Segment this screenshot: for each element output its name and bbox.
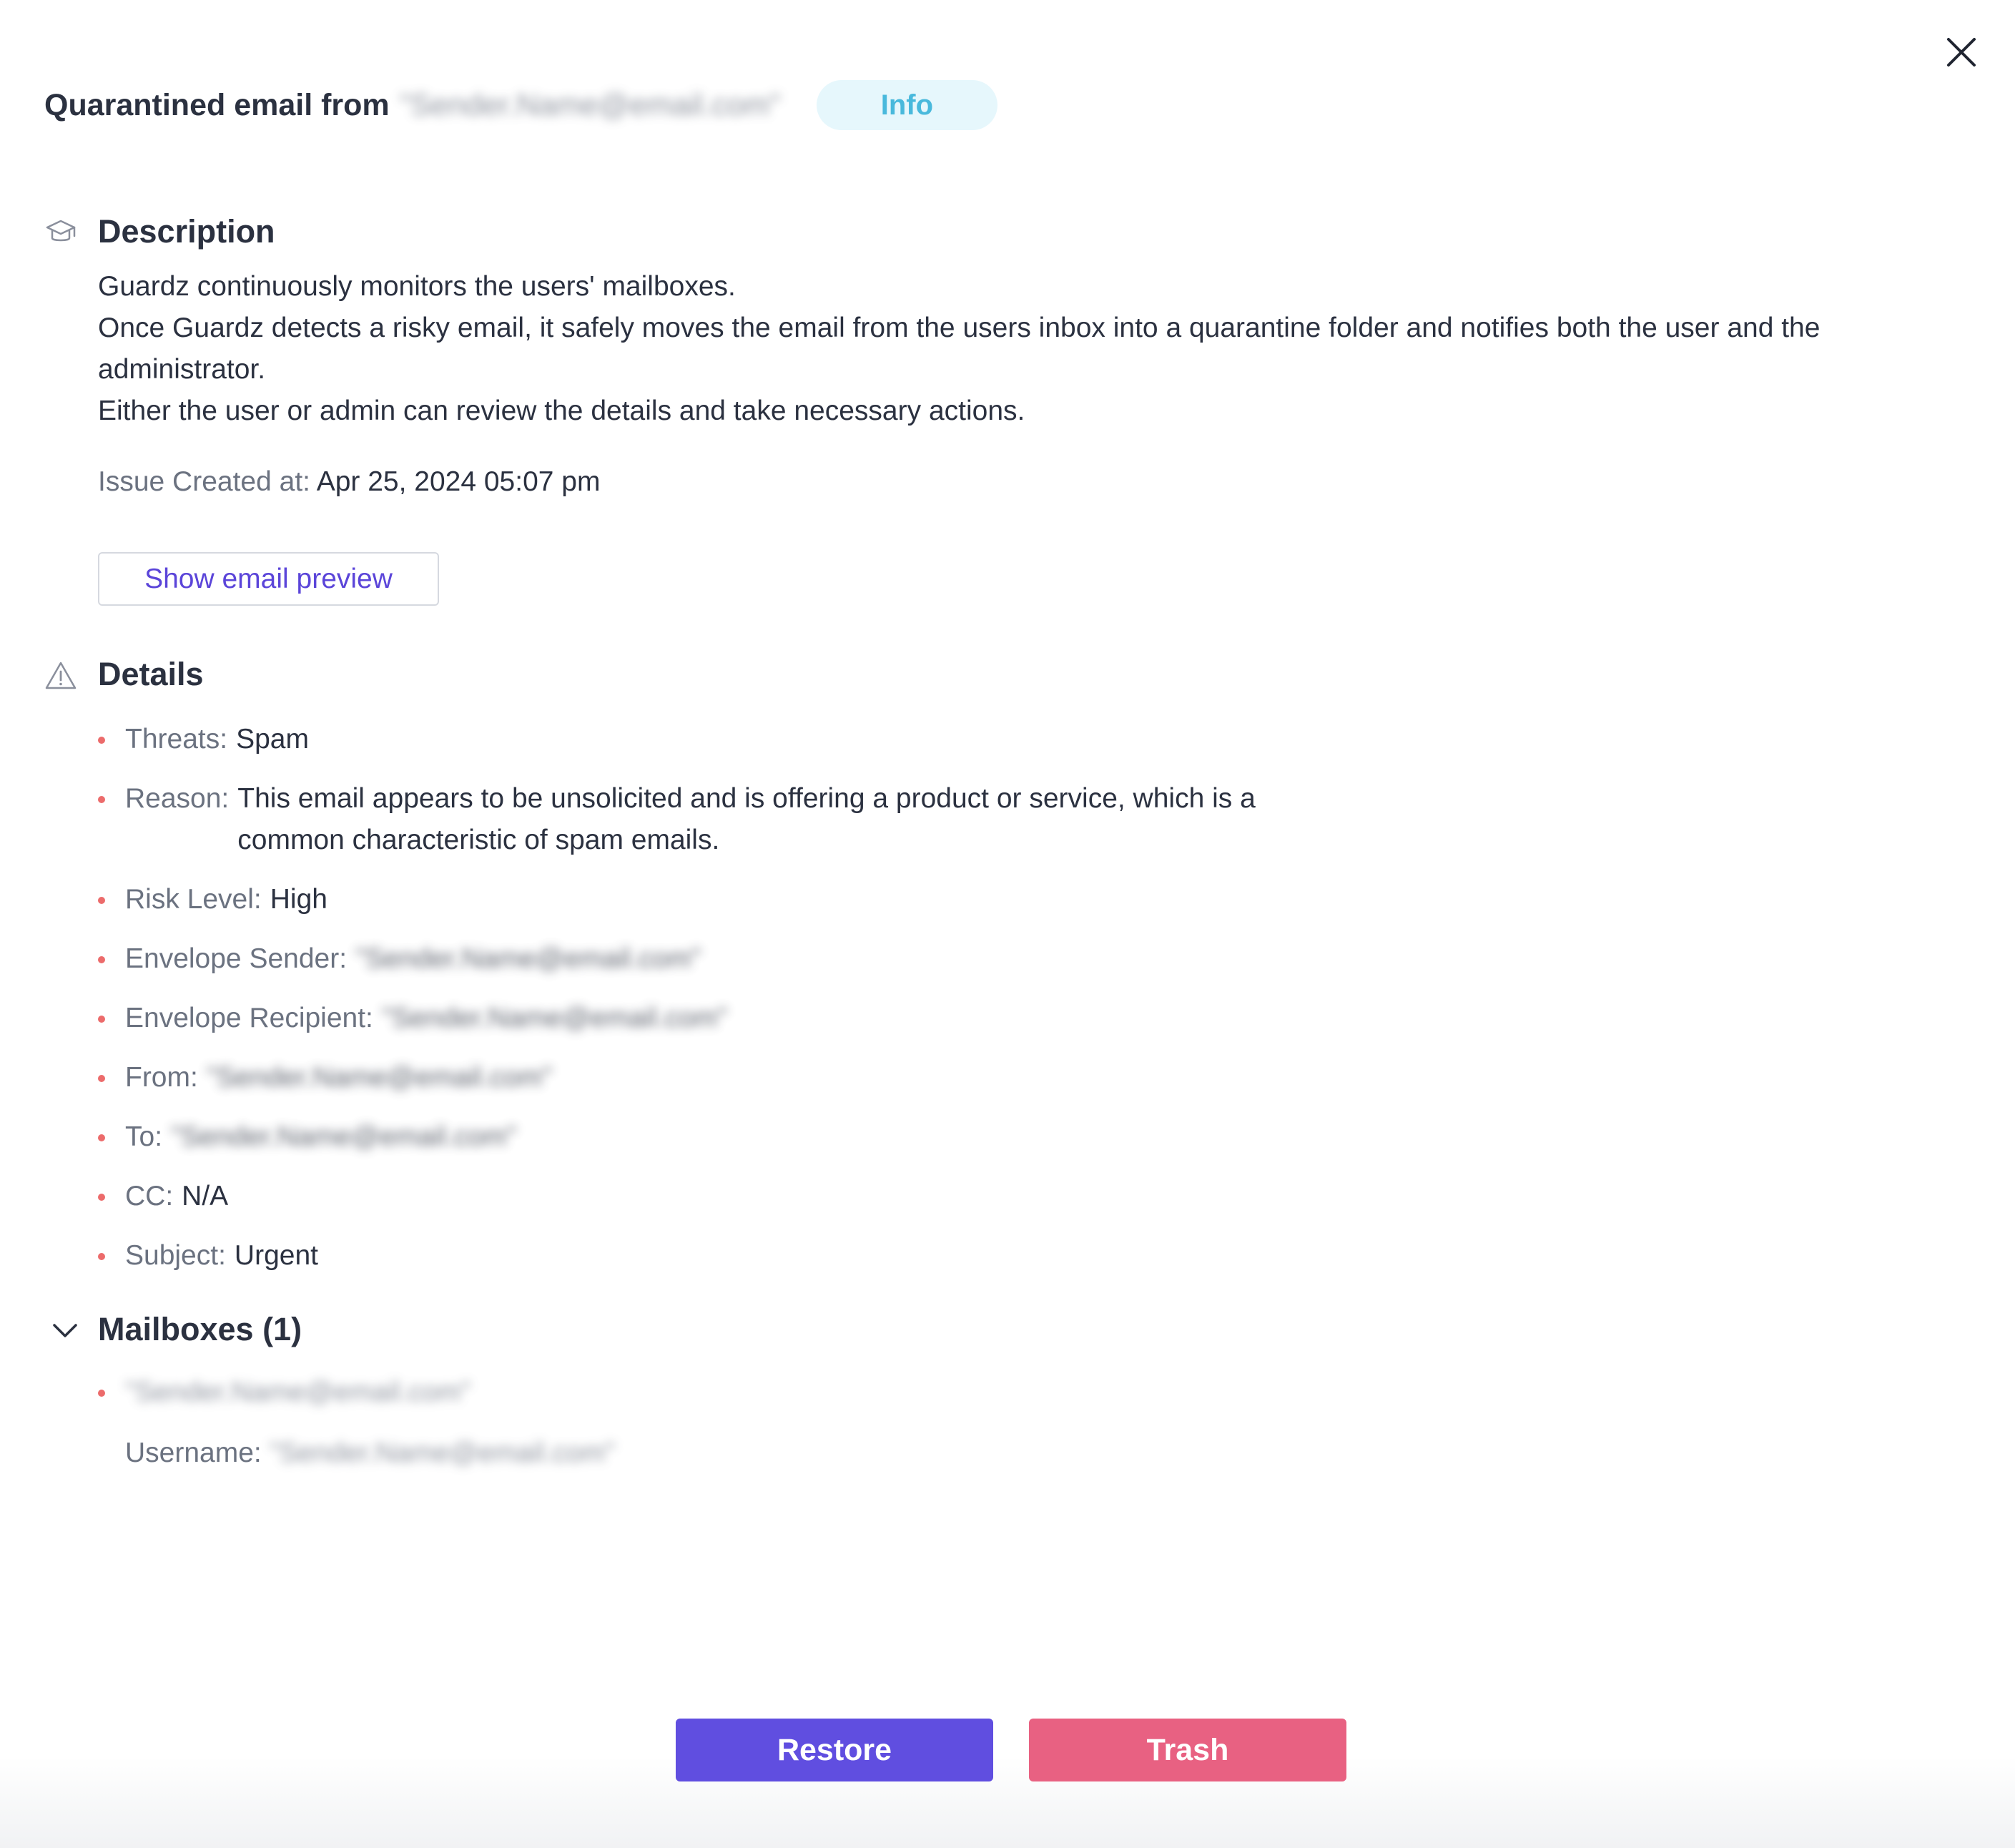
detail-label: Reason:	[125, 783, 230, 814]
detail-label: To:	[125, 1121, 163, 1152]
sender-email-redacted: "Sender.Name@email.com"	[399, 87, 781, 122]
issue-created-value: Apr 25, 2024 05:07 pm	[316, 466, 601, 497]
detail-value-redacted: "Sender.Name@email.com"	[355, 943, 701, 974]
trash-button[interactable]: Trash	[1029, 1719, 1346, 1781]
detail-label: Risk Level:	[125, 884, 262, 915]
detail-value: Urgent	[234, 1240, 318, 1271]
detail-item-from: From: "Sender.Name@email.com"	[98, 1057, 1399, 1099]
detail-item-envelope-sender: Envelope Sender: "Sender.Name@email.com"	[98, 938, 1399, 980]
detail-value-redacted: "Sender.Name@email.com"	[381, 1003, 728, 1033]
close-button[interactable]	[1941, 32, 1981, 72]
issue-created-label: Issue Created at:	[98, 466, 310, 497]
page-title: Quarantined email from	[44, 87, 390, 122]
description-heading: Description	[98, 213, 275, 250]
detail-item-subject: Subject: Urgent	[98, 1235, 1399, 1277]
details-heading: Details	[98, 656, 204, 692]
username-value-redacted: "Sender.Name@email.com"	[269, 1437, 616, 1468]
description-text: Guardz continuously monitors the users' …	[98, 266, 1928, 432]
detail-label: Envelope Recipient:	[125, 1003, 373, 1033]
detail-label: Envelope Sender:	[125, 943, 348, 974]
detail-item-risk-level: Risk Level: High	[98, 879, 1399, 920]
detail-label: Subject:	[125, 1240, 226, 1271]
detail-item-envelope-recipient: Envelope Recipient: "Sender.Name@email.c…	[98, 998, 1399, 1039]
detail-value-redacted: "Sender.Name@email.com"	[206, 1062, 553, 1093]
restore-button[interactable]: Restore	[676, 1719, 993, 1781]
description-line: Guardz continuously monitors the users' …	[98, 271, 736, 302]
mailboxes-toggle-button[interactable]	[49, 1314, 82, 1347]
detail-label: Threats:	[125, 724, 228, 755]
close-icon	[1947, 38, 1976, 67]
detail-label: CC:	[125, 1181, 174, 1211]
mailboxes-heading: Mailboxes (1)	[98, 1311, 302, 1347]
detail-value-redacted: "Sender.Name@email.com"	[171, 1121, 517, 1152]
mailbox-username: Username: "Sender.Name@email.com"	[125, 1432, 615, 1474]
detail-item-threats: Threats: Spam	[98, 719, 1399, 760]
graduation-cap-icon	[43, 215, 79, 250]
detail-label: From:	[125, 1062, 198, 1093]
mailbox-list-item: "Sender.Name@email.com"	[98, 1372, 471, 1413]
header: Quarantined email from "Sender.Name@emai…	[44, 80, 998, 130]
issue-created: Issue Created at: Apr 25, 2024 05:07 pm	[98, 466, 600, 498]
chevron-down-icon	[53, 1324, 77, 1337]
detail-value: N/A	[182, 1181, 229, 1211]
footer	[0, 1645, 2015, 1848]
detail-item-cc: CC: N/A	[98, 1176, 1399, 1217]
username-label: Username:	[125, 1437, 262, 1468]
detail-item-to: To: "Sender.Name@email.com"	[98, 1116, 1399, 1158]
warning-triangle-icon	[43, 658, 79, 694]
detail-item-reason: Reason: This email appears to be unsolic…	[98, 778, 1399, 861]
detail-value: Spam	[236, 724, 309, 755]
mailbox-address-redacted: "Sender.Name@email.com"	[125, 1377, 471, 1407]
detail-value: High	[270, 884, 327, 915]
description-line: Once Guardz detects a risky email, it sa…	[98, 313, 1821, 385]
description-line: Either the user or admin can review the …	[98, 395, 1025, 426]
severity-badge: Info	[816, 80, 998, 130]
detail-value: This email appears to be unsolicited and…	[237, 783, 1256, 855]
show-email-preview-button[interactable]: Show email preview	[98, 552, 439, 606]
details-list: Threats: Spam Reason: This email appears…	[98, 719, 1399, 1294]
